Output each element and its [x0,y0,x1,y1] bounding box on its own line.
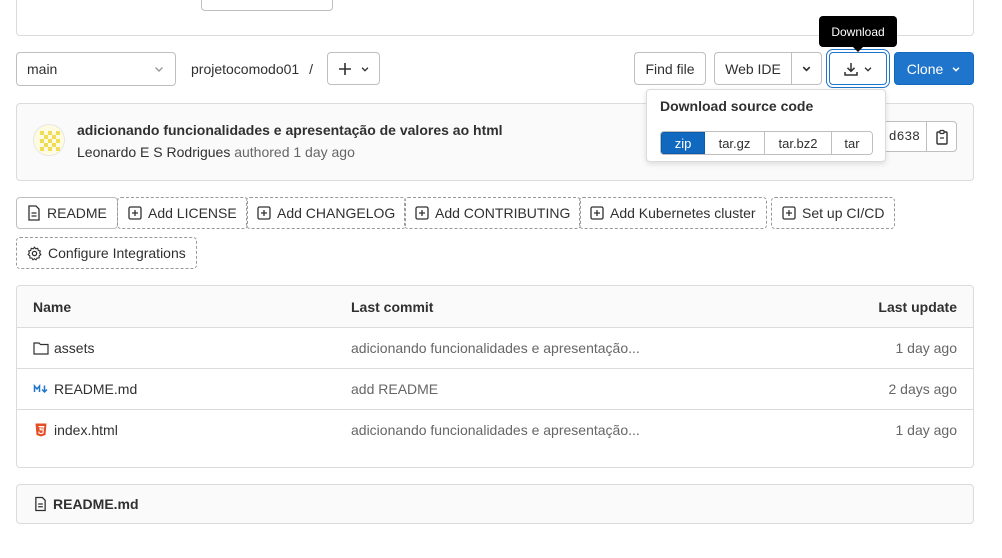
readme-panel: README.md [16,484,974,524]
configure-integrations-button[interactable]: Configure Integrations [16,237,197,269]
plus-icon [338,62,352,76]
plus-square-icon [415,206,429,220]
file-name-cell: assets [33,340,94,356]
breadcrumb: projetocomodo01 / [191,52,313,86]
folder-icon [33,341,49,355]
table-row[interactable]: index.html adicionando funcionalidades e… [17,410,973,451]
add-license-label: Add LICENSE [148,205,237,221]
download-zip-button[interactable]: zip [661,132,705,154]
doc-icon [34,496,47,512]
chevron-down-icon [951,64,961,74]
download-targz-button[interactable]: tar.gz [705,132,765,154]
table-row[interactable]: README.md add README 2 days ago [17,369,973,410]
file-name-cell: README.md [33,381,137,397]
readme-title[interactable]: README.md [53,496,139,512]
html5-icon [33,422,49,438]
download-dropdown: Download source code zip tar.gz tar.bz2 … [646,89,886,162]
configure-integrations-label: Configure Integrations [48,245,186,261]
file-last-update: 1 day ago [895,340,958,356]
file-last-update: 1 day ago [895,422,958,438]
file-name[interactable]: assets [54,340,94,356]
file-table-header: Name Last commit Last update [17,286,973,328]
breadcrumb-separator: / [309,61,313,77]
doc-icon [27,205,41,221]
add-changelog-label: Add CHANGELOG [277,205,396,221]
add-license-button[interactable]: Add LICENSE [117,197,248,229]
chevron-down-icon [863,64,873,74]
table-row[interactable]: assets adicionando funcionalidades e apr… [17,328,973,369]
add-changelog-button[interactable]: Add CHANGELOG [246,197,407,229]
find-file-button[interactable]: Find file [634,52,706,85]
top-partial-button[interactable] [201,0,333,11]
download-dropdown-title: Download source code [660,98,814,114]
download-tarbz2-button[interactable]: tar.bz2 [765,132,832,154]
add-contributing-button[interactable]: Add CONTRIBUTING [404,197,582,229]
clipboard-icon [935,129,948,145]
file-table: Name Last commit Last update assets adic… [16,285,974,468]
tooltip-arrow [852,46,864,52]
gear-icon [27,246,42,261]
setup-cicd-button[interactable]: Set up CI/CD [771,197,896,229]
add-contributing-label: Add CONTRIBUTING [435,205,571,221]
branch-name: main [27,61,58,77]
plus-square-icon [257,206,271,220]
copy-sha-button[interactable] [927,122,956,151]
readme-button[interactable]: README [16,197,118,229]
plus-square-icon [128,206,142,220]
avatar[interactable] [33,124,65,156]
readme-header: README.md [34,496,139,512]
setup-cicd-label: Set up CI/CD [802,205,885,221]
clone-label: Clone [906,60,944,77]
add-kubernetes-label: Add Kubernetes cluster [610,205,756,221]
file-name[interactable]: index.html [54,422,118,438]
file-last-commit[interactable]: adicionando funcionalidades e apresentaç… [351,422,640,438]
file-last-commit[interactable]: add README [351,381,438,397]
plus-square-icon [590,206,604,220]
commit-title[interactable]: adicionando funcionalidades e apresentaç… [77,122,503,138]
commit-time: authored 1 day ago [234,144,355,160]
markdown-icon [33,383,49,395]
column-last-commit-header: Last commit [351,299,434,315]
download-tooltip: Download [819,16,897,47]
file-last-commit[interactable]: adicionando funcionalidades e apresentaç… [351,340,640,356]
readme-label: README [47,205,107,221]
column-name-header: Name [33,299,72,315]
breadcrumb-project[interactable]: projetocomodo01 [191,61,299,77]
web-ide-split-button: Web IDE [714,52,822,85]
clone-button[interactable]: Clone [894,52,974,85]
chevron-down-icon [360,64,370,74]
column-last-update-header: Last update [878,299,957,315]
commit-meta: Leonardo E S Rodrigues authored 1 day ag… [77,144,355,160]
chevron-down-icon [802,66,811,72]
download-icon [843,61,859,77]
add-kubernetes-cluster-button[interactable]: Add Kubernetes cluster [579,197,767,229]
web-ide-dropdown-toggle[interactable] [792,53,821,84]
download-format-group: zip tar.gz tar.bz2 tar [660,131,873,155]
download-tar-button[interactable]: tar [832,132,872,154]
file-name-cell: index.html [33,422,118,438]
file-last-update: 2 days ago [888,381,958,397]
chevron-down-icon [153,63,165,75]
commit-sha-group: d638 [876,121,957,152]
branch-selector[interactable]: main [16,52,176,86]
plus-square-icon [782,206,796,220]
file-name[interactable]: README.md [54,381,137,397]
add-file-button[interactable] [327,52,380,85]
download-button[interactable] [829,52,887,85]
web-ide-button[interactable]: Web IDE [715,53,792,84]
commit-author[interactable]: Leonardo E S Rodrigues [77,144,230,160]
